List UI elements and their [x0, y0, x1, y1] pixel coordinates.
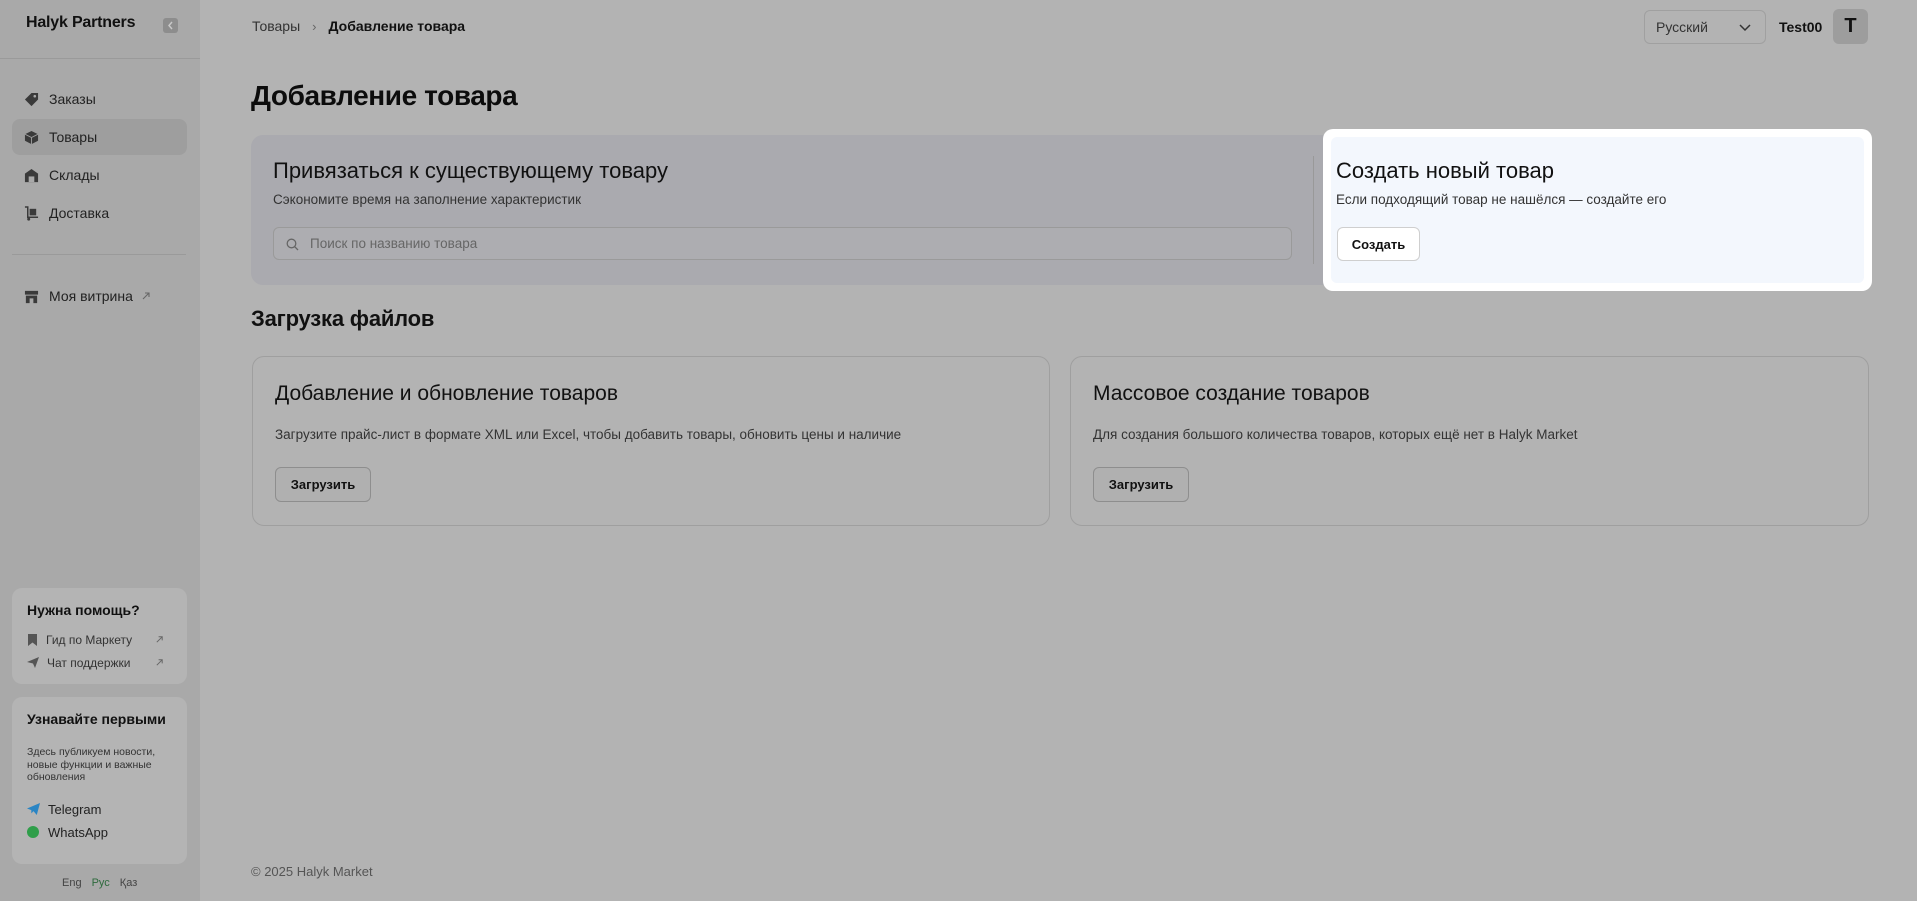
search-placeholder: Поиск по названию товара [310, 236, 478, 251]
language-option-en[interactable]: Eng [62, 877, 82, 889]
telegram-label: Telegram [48, 801, 102, 817]
sidebar-divider [0, 58, 200, 59]
external-link-icon [142, 292, 150, 300]
box-icon [24, 130, 39, 144]
upload-card-price-list: Добавление и обновление товаров Загрузит… [252, 356, 1050, 526]
upload-card-title: Массовое создание товаров [1093, 382, 1370, 405]
language-switcher: Eng Рус Қаз [62, 877, 137, 889]
sidebar-item-label: Склады [49, 167, 100, 183]
create-new-subtitle: Если подходящий товар не нашёлся — созда… [1336, 192, 1667, 207]
upload-card-description: Для создания большого количества товаров… [1093, 427, 1578, 442]
bookmark-icon [28, 633, 37, 646]
footer-copyright: © 2025 Halyk Market [251, 864, 373, 879]
news-card-text: Здесь публикуем новости, новые функции и… [27, 746, 156, 783]
sidebar-item-label: Моя витрина [49, 288, 133, 304]
sidebar-item-label: Заказы [49, 91, 96, 107]
upload-card-description: Загрузите прайс-лист в формате XML или E… [275, 427, 902, 442]
whatsapp-link[interactable]: WhatsApp [27, 821, 172, 844]
sidebar-item-delivery[interactable]: Доставка [12, 195, 187, 231]
panel-divider [1313, 156, 1314, 264]
avatar[interactable]: T [1833, 9, 1868, 44]
create-button[interactable]: Создать [1337, 227, 1420, 261]
send-icon [27, 657, 39, 668]
create-new-title: Создать новый товар [1336, 158, 1554, 183]
news-card-title: Узнавайте первыми [27, 711, 166, 727]
product-search-input[interactable]: Поиск по названию товара [273, 227, 1292, 260]
store-icon [24, 290, 39, 303]
breadcrumb: Товары › Добавление товара [252, 18, 465, 34]
page-title: Добавление товара [251, 80, 518, 111]
sidebar: Halyk Partners Заказы Товары Склады Дост… [0, 0, 200, 901]
sidebar-item-warehouses[interactable]: Склады [12, 157, 187, 193]
breadcrumb-products[interactable]: Товары [252, 18, 300, 34]
help-card-title: Нужна помощь? [27, 602, 140, 618]
sidebar-item-orders[interactable]: Заказы [12, 81, 187, 117]
chevron-left-icon [168, 21, 173, 30]
upload-card-title: Добавление и обновление товаров [275, 382, 618, 405]
search-icon [286, 238, 299, 251]
chevron-right-icon: › [312, 18, 317, 34]
whatsapp-icon [27, 826, 39, 838]
external-link-icon [156, 659, 163, 666]
news-card: Узнавайте первыми Здесь публикуем новост… [12, 697, 187, 864]
logo[interactable]: Halyk Partners [26, 14, 135, 32]
sidebar-item-label: Товары [49, 129, 98, 145]
telegram-icon [27, 803, 40, 815]
external-link-icon [156, 636, 163, 643]
username[interactable]: Test00 [1779, 19, 1822, 35]
market-guide-link[interactable]: Гид по Маркету [27, 628, 172, 651]
market-guide-label: Гид по Маркету [46, 632, 133, 647]
tag-icon [24, 92, 39, 106]
upload-bulk-create-button[interactable]: Загрузить [1093, 467, 1189, 502]
sidebar-item-products[interactable]: Товары [12, 119, 187, 155]
collapse-sidebar-button[interactable] [163, 18, 178, 33]
language-select[interactable]: Русский [1644, 10, 1766, 44]
bind-existing-title: Привязаться к существующему товару [273, 158, 669, 183]
whatsapp-label: WhatsApp [48, 824, 108, 840]
help-card: Нужна помощь? Гид по Маркету Чат поддерж… [12, 588, 187, 684]
delivery-icon [24, 205, 39, 221]
sidebar-item-storefront[interactable]: Моя витрина [12, 278, 187, 314]
language-select-value: Русский [1656, 19, 1708, 35]
upload-card-bulk-create: Массовое создание товаров Для создания б… [1070, 356, 1869, 526]
bind-existing-subtitle: Сэкономите время на заполнение характери… [273, 192, 581, 207]
chevron-down-icon [1739, 24, 1751, 32]
create-new-panel [1323, 129, 1872, 291]
support-chat-link[interactable]: Чат поддержки [27, 651, 172, 674]
uploads-section-title: Загрузка файлов [251, 306, 435, 331]
warehouse-icon [24, 168, 39, 182]
support-chat-label: Чат поддержки [47, 655, 131, 670]
sidebar-divider [12, 254, 186, 255]
language-option-ru[interactable]: Рус [92, 877, 110, 889]
telegram-link[interactable]: Telegram [27, 798, 172, 821]
upload-price-list-button[interactable]: Загрузить [275, 467, 371, 502]
sidebar-item-label: Доставка [49, 205, 110, 221]
language-option-kz[interactable]: Қаз [120, 877, 137, 889]
breadcrumb-current: Добавление товара [328, 18, 466, 34]
